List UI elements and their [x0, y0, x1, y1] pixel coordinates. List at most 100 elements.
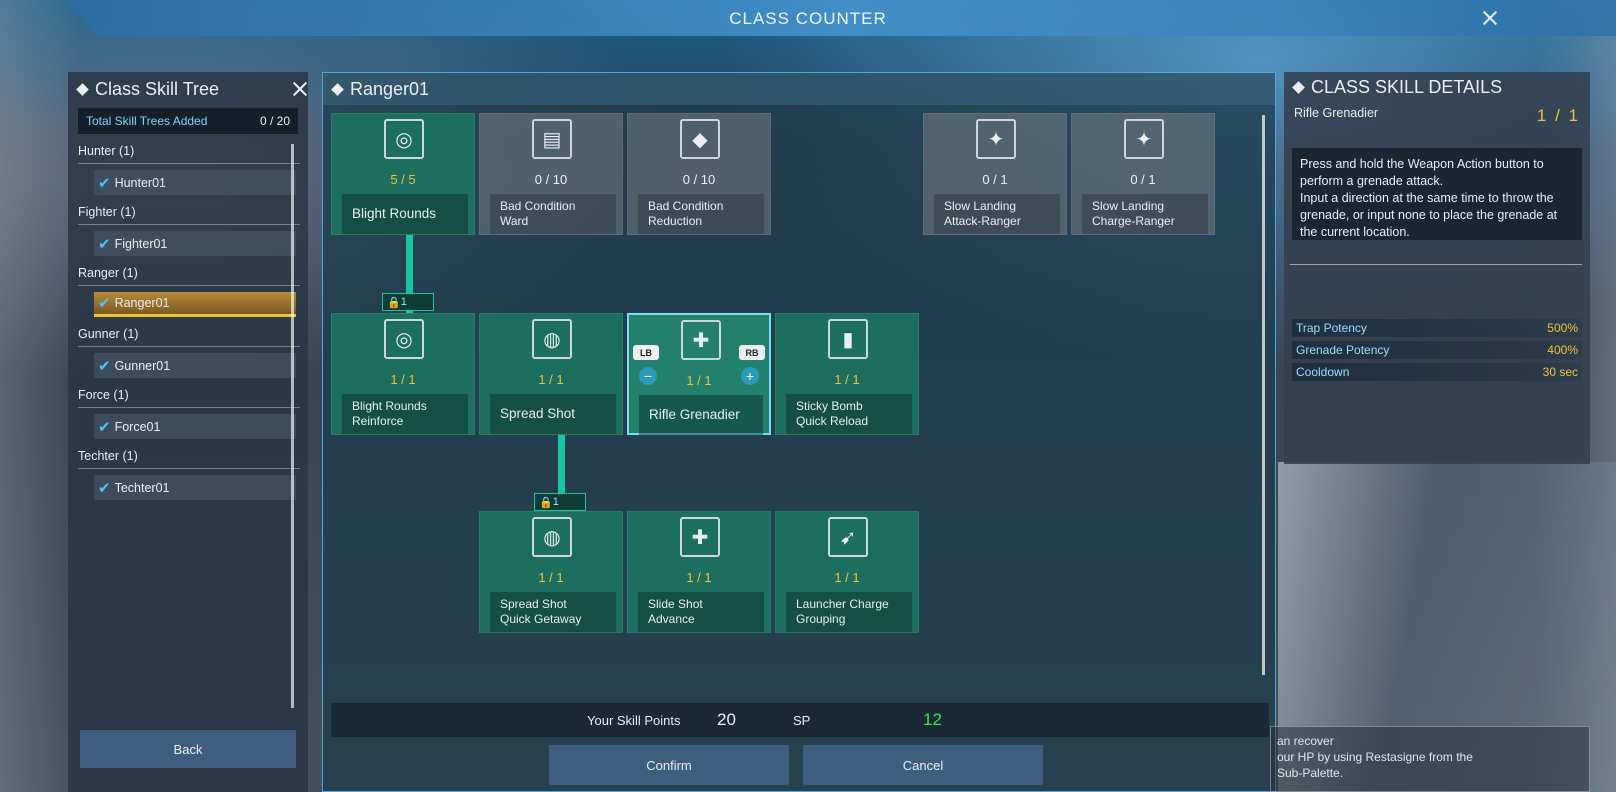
stat-row: Grenade Potency 400% — [1292, 341, 1582, 359]
slow-landing-charge-icon: ✦ — [1124, 119, 1164, 159]
class-tree-label: Gunner01 — [114, 358, 171, 373]
panel-header: CLASS SKILL DETAILS — [1284, 72, 1590, 102]
skill-count: 1 / 1 — [538, 570, 564, 585]
skill-node[interactable]: ▮ 1 / 1 Sticky Bomb Quick Reload — [775, 313, 919, 435]
rifle-grenadier-icon: ✚ — [681, 320, 721, 360]
confirm-button[interactable]: Confirm — [549, 745, 789, 785]
skill-name: Bad Condition Reduction — [638, 194, 764, 234]
lock-indicator: 🔒 1 — [382, 293, 434, 311]
class-group-header: Gunner (1) — [78, 325, 300, 347]
launcher-charge-icon: ➹ — [828, 517, 868, 557]
plus-button[interactable]: + — [741, 367, 759, 385]
skill-name: Slow Landing Charge-Ranger — [1082, 194, 1208, 234]
details-title: CLASS SKILL DETAILS — [1311, 76, 1503, 97]
class-group-header: Force (1) — [78, 386, 300, 408]
skill-count: 0 / 1 — [1130, 172, 1156, 187]
skill-name: Spread Shot — [490, 394, 616, 434]
back-button[interactable]: Back — [80, 730, 296, 768]
minus-button[interactable]: − — [639, 367, 657, 385]
skill-tree: 🔒 1 🔒 1 ◎ 5 / 5 Blight Rounds ▤ 0 / 10 Bad Cond… — [323, 73, 1275, 791]
skill-node[interactable]: ◎ 5 / 5 Blight Rounds — [331, 113, 475, 235]
close-window-icon[interactable] — [1482, 10, 1498, 26]
stat-label: Trap Potency — [1296, 321, 1367, 335]
class-group-header: Techter (1) — [78, 447, 300, 469]
slow-landing-attack-icon: ✦ — [976, 119, 1016, 159]
diamond-icon — [1292, 80, 1305, 94]
diamond-icon — [76, 82, 89, 96]
rb-button[interactable]: RB — [739, 345, 765, 360]
sticky-bomb-icon: ▮ — [828, 319, 868, 359]
class-tree-item[interactable]: ✔ Ranger01 — [94, 292, 296, 317]
skill-node[interactable]: ✚ 1 / 1 Slide Shot Advance — [627, 511, 771, 633]
condition-ward-icon: ▤ — [532, 119, 572, 159]
stat-row: Cooldown 30 sec — [1292, 363, 1582, 381]
skill-name: Slow Landing Attack-Ranger — [934, 194, 1060, 234]
skill-node[interactable]: ✚ 1 / 1 Rifle Grenadier LB RB − + — [627, 313, 771, 435]
skill-name: Blight Rounds Reinforce — [342, 394, 468, 434]
class-tree-item[interactable]: ✔ Fighter01 — [94, 231, 296, 256]
skill-name: Rifle Grenadier — [639, 395, 763, 435]
tree-scrollbar[interactable] — [1262, 115, 1265, 675]
skill-node[interactable]: ◆ 0 / 10 Bad Condition Reduction — [627, 113, 771, 235]
lb-button[interactable]: LB — [633, 345, 659, 360]
stat-label: Grenade Potency — [1296, 343, 1390, 357]
skill-node[interactable]: ◍ 1 / 1 Spread Shot — [479, 313, 623, 435]
skill-name: Slide Shot Advance — [638, 592, 764, 632]
skill-points-bar: Your Skill Points 20 SP 12 — [331, 703, 1269, 737]
skill-name: Launcher Charge Grouping — [786, 592, 912, 632]
skill-count: 1 / 1 — [686, 570, 712, 585]
window-title: CLASS COUNTER — [729, 9, 887, 28]
check-icon: ✔ — [98, 235, 111, 253]
skill-title-row: Rifle Grenadier 1 / 1 — [1284, 106, 1590, 126]
class-list: Hunter (1) ✔ Hunter01 Fighter (1) ✔ Fighter01… — [68, 142, 308, 500]
skill-count: 0 / 1 — [982, 172, 1008, 187]
skill-name: Rifle Grenadier — [1294, 106, 1379, 120]
cancel-button[interactable]: Cancel — [803, 745, 1043, 785]
skill-node[interactable]: ✦ 0 / 1 Slow Landing Charge-Ranger — [1071, 113, 1215, 235]
skill-stats: Trap Potency 500% Grenade Potency 400% Coold… — [1284, 319, 1590, 381]
divider — [1290, 264, 1582, 265]
class-tree-label: Fighter01 — [114, 236, 168, 251]
class-group-name: Fighter (1) — [78, 204, 136, 219]
class-group-header: Hunter (1) — [78, 142, 300, 164]
class-group-header: Ranger (1) — [78, 264, 300, 286]
skill-node[interactable]: ✦ 0 / 1 Slow Landing Attack-Ranger — [923, 113, 1067, 235]
lock-indicator: 🔒 1 — [534, 493, 586, 511]
skill-name: Blight Rounds — [342, 194, 468, 234]
class-tree-item[interactable]: ✔ Force01 — [94, 414, 296, 439]
skill-level: 1 / 1 — [1536, 106, 1580, 125]
stat-value: 30 sec — [1542, 365, 1578, 379]
skill-count: 1 / 1 — [834, 570, 860, 585]
skill-count: 1 / 1 — [538, 372, 564, 387]
close-panel-icon[interactable] — [292, 81, 308, 97]
skill-count: 0 / 10 — [682, 172, 716, 187]
lock-text: 1 — [552, 496, 559, 508]
blight-rounds-icon: ◎ — [384, 119, 424, 159]
skill-name: Bad Condition Ward — [490, 194, 616, 234]
stat-value: 400% — [1547, 343, 1578, 357]
skill-count: 1 / 1 — [390, 372, 416, 387]
class-tree-label: Ranger01 — [114, 296, 170, 310]
skill-name: Sticky Bomb Quick Reload — [786, 394, 912, 434]
skill-node[interactable]: ➹ 1 / 1 Launcher Charge Grouping — [775, 511, 919, 633]
class-tree-item[interactable]: ✔ Gunner01 — [94, 353, 296, 378]
skill-node[interactable]: ◍ 1 / 1 Spread Shot Quick Getaway — [479, 511, 623, 633]
class-tree-item[interactable]: ✔ Hunter01 — [94, 170, 296, 195]
check-icon: ✔ — [98, 295, 111, 312]
class-tree-label: Techter01 — [114, 480, 170, 495]
class-group-name: Hunter (1) — [78, 143, 135, 158]
total-value: 0 / 20 — [259, 114, 290, 128]
stat-value: 500% — [1547, 321, 1578, 335]
check-icon: ✔ — [98, 357, 111, 375]
class-group-name: Force (1) — [78, 387, 129, 402]
skill-node[interactable]: ◎ 1 / 1 Blight Rounds Reinforce — [331, 313, 475, 435]
class-group-name: Techter (1) — [78, 448, 138, 463]
hint-text: an recover our HP by using Restasigne fr… — [1270, 726, 1590, 792]
total-skill-trees: Total Skill Trees Added 0 / 20 — [78, 108, 298, 134]
quick-getaway-icon: ◍ — [532, 517, 572, 557]
class-tree-item[interactable]: ✔ Techter01 — [94, 475, 296, 500]
list-scrollbar[interactable] — [291, 144, 294, 708]
total-label: Total Skill Trees Added — [86, 114, 208, 128]
skill-name: Spread Shot Quick Getaway — [490, 592, 616, 632]
skill-node[interactable]: ▤ 0 / 10 Bad Condition Ward — [479, 113, 623, 235]
